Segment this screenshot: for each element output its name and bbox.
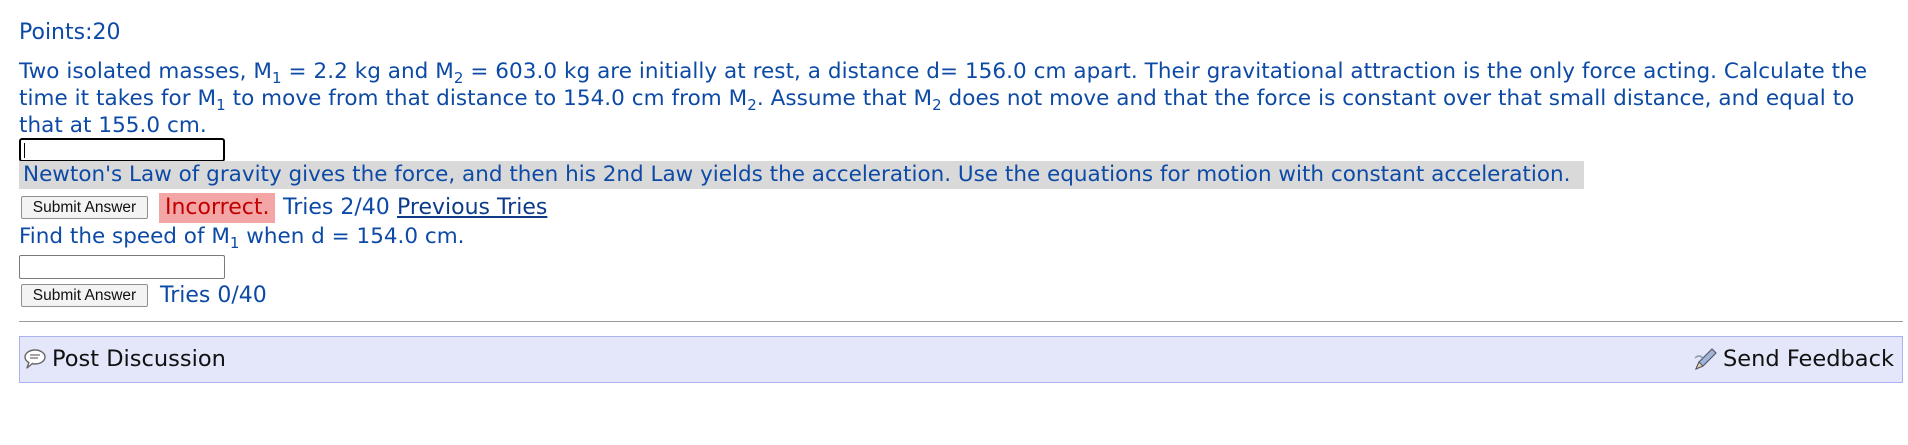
pencil-feedback-icon — [1693, 346, 1719, 372]
submit-answer-button-2[interactable]: Submit Answer — [21, 284, 148, 307]
points-value: 20 — [92, 20, 121, 45]
answer-input-2[interactable] — [19, 255, 225, 279]
send-feedback-link[interactable]: Send Feedback — [1693, 346, 1894, 372]
hint-text: Newton's Law of gravity gives the force,… — [19, 161, 1584, 189]
problem-statement: Two isolated masses, M1 = 2.2 kg and M2 … — [19, 59, 1868, 138]
previous-tries-link[interactable]: Previous Tries — [397, 195, 547, 220]
post-discussion-label: Post Discussion — [52, 346, 226, 372]
question-2-text: Find the speed of M1 when d = 154.0 cm. — [19, 224, 465, 252]
send-feedback-label: Send Feedback — [1723, 346, 1894, 372]
text-caret — [24, 143, 25, 158]
incorrect-status-badge: Incorrect. — [159, 193, 276, 223]
tries-counter-2: Tries 0/40 — [160, 283, 267, 308]
answer-input-1[interactable] — [19, 138, 225, 162]
submit-answer-button-1[interactable]: Submit Answer — [21, 196, 148, 219]
speech-bubble-icon — [22, 346, 48, 372]
tries-counter-1: Tries 2/40 — [283, 195, 390, 220]
post-discussion-link[interactable]: Post Discussion — [22, 346, 226, 372]
points-label: Points:20 — [19, 20, 121, 45]
section-divider — [19, 321, 1903, 322]
discussion-bar: Post Discussion Send Feedback — [19, 336, 1903, 383]
